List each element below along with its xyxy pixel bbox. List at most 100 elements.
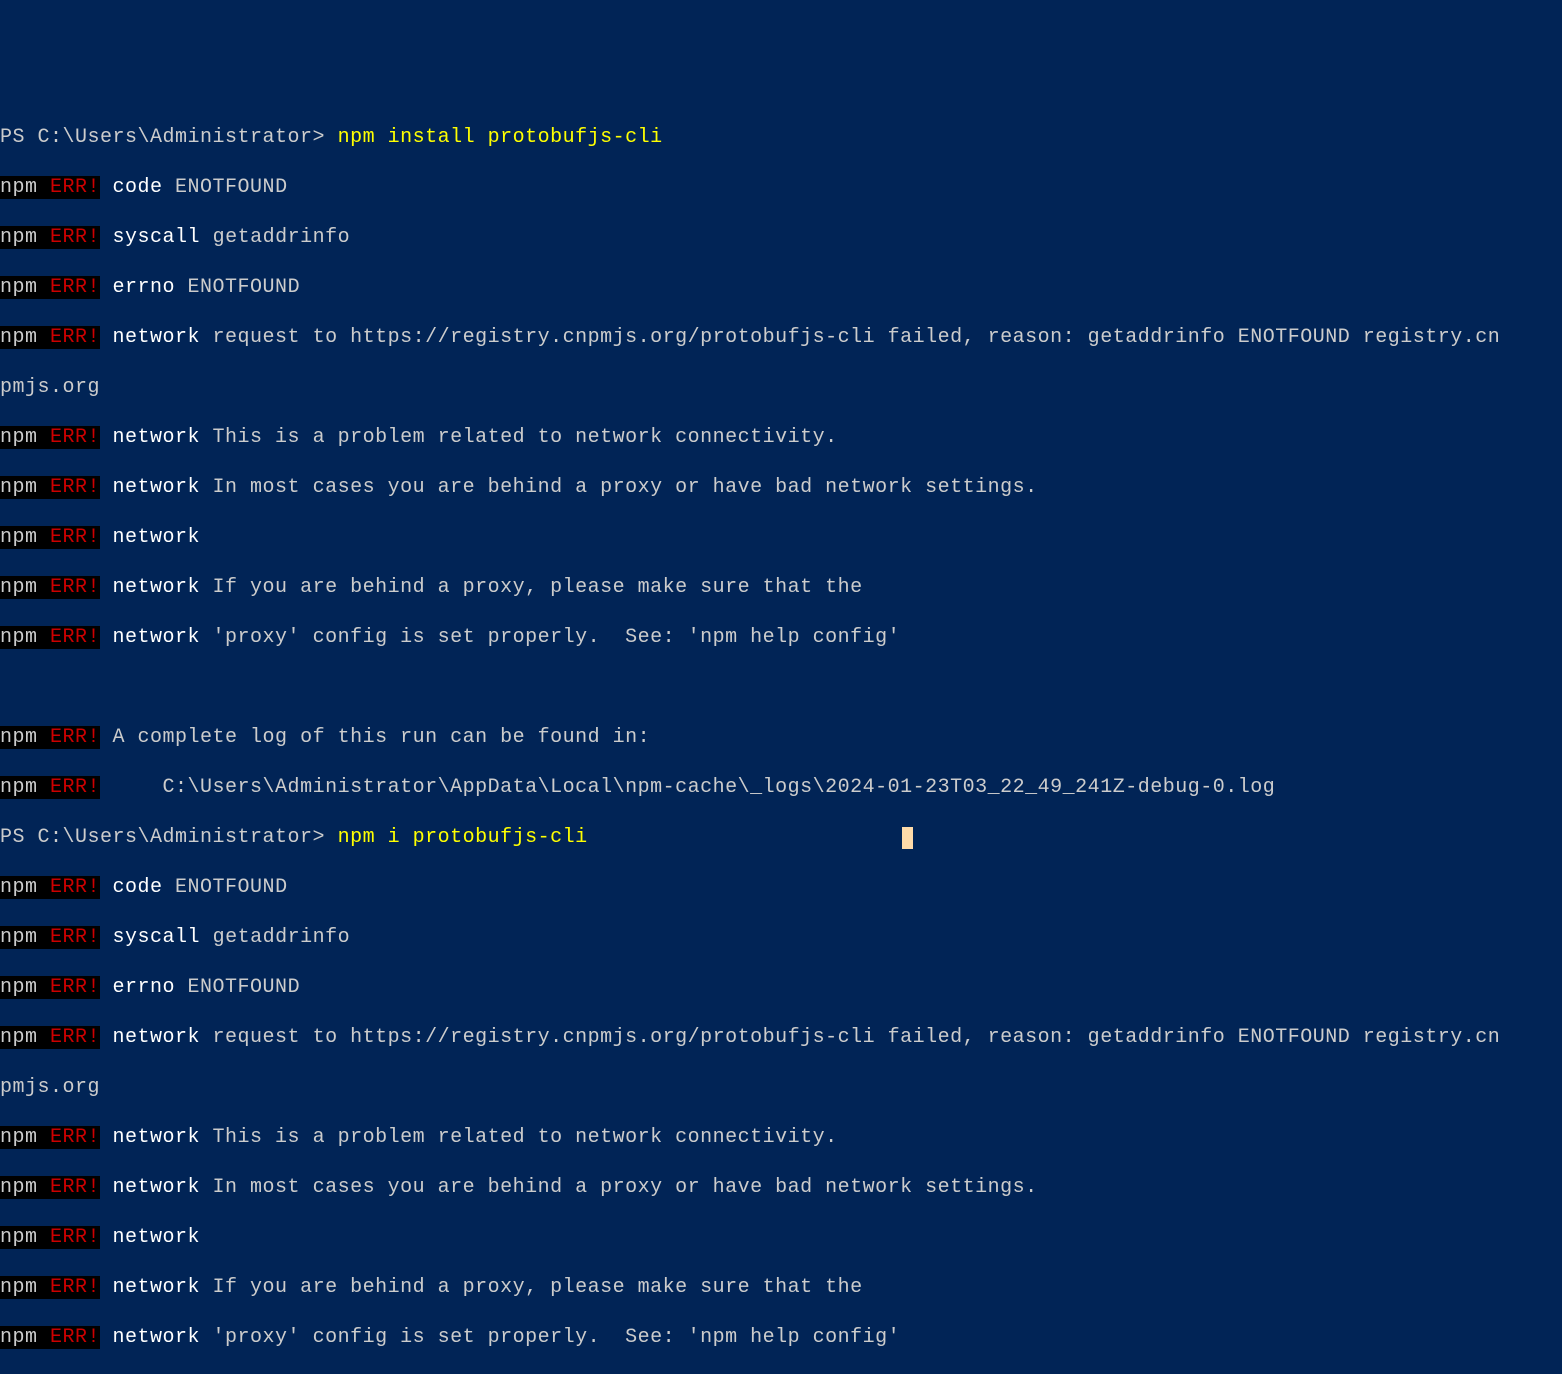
err-line: npm ERR! C:\Users\Administrator\AppData\… bbox=[0, 775, 1562, 800]
err-tag: ERR! bbox=[50, 626, 100, 649]
err-msg: In most cases you are behind a proxy or … bbox=[200, 1176, 1038, 1199]
command-text: npm install protobufjs-cli bbox=[338, 126, 663, 149]
npm-tag: npm bbox=[0, 1026, 50, 1049]
err-msg: getaddrinfo bbox=[213, 926, 351, 949]
npm-tag: npm bbox=[0, 876, 50, 899]
blank-line bbox=[0, 675, 1562, 700]
err-line: npm ERR! syscall getaddrinfo bbox=[0, 925, 1562, 950]
err-line: npm ERR! network request to https://regi… bbox=[0, 1025, 1562, 1050]
err-network: network bbox=[100, 326, 200, 349]
err-line: npm ERR! network In most cases you are b… bbox=[0, 475, 1562, 500]
err-line: npm ERR! errno ENOTFOUND bbox=[0, 275, 1562, 300]
command-text: npm i protobufjs-cli bbox=[338, 826, 588, 849]
err-msg: If you are behind a proxy, please make s… bbox=[200, 576, 863, 599]
cursor-spacer bbox=[588, 826, 901, 849]
err-line: npm ERR! A complete log of this run can … bbox=[0, 725, 1562, 750]
npm-tag: npm bbox=[0, 926, 50, 949]
err-msg: ENOTFOUND bbox=[175, 876, 288, 899]
err-tag: ERR! bbox=[50, 1226, 100, 1249]
err-network: network bbox=[100, 1126, 200, 1149]
err-network: network bbox=[100, 1176, 200, 1199]
npm-tag: npm bbox=[0, 1126, 50, 1149]
wrap-line: pmjs.org bbox=[0, 1075, 1562, 1100]
err-msg: request to https://registry.cnpmjs.org/p… bbox=[200, 326, 1500, 349]
err-msg: request to https://registry.cnpmjs.org/p… bbox=[200, 1026, 1500, 1049]
err-tag: ERR! bbox=[50, 1176, 100, 1199]
npm-tag: npm bbox=[0, 326, 50, 349]
err-tag: ERR! bbox=[50, 926, 100, 949]
err-tag: ERR! bbox=[50, 726, 100, 749]
wrap-line: pmjs.org bbox=[0, 375, 1562, 400]
npm-tag: npm bbox=[0, 776, 50, 799]
err-code: code bbox=[100, 876, 175, 899]
npm-tag: npm bbox=[0, 1176, 50, 1199]
terminal-cursor bbox=[902, 827, 913, 849]
npm-tag: npm bbox=[0, 626, 50, 649]
err-line: npm ERR! code ENOTFOUND bbox=[0, 875, 1562, 900]
err-line: npm ERR! network In most cases you are b… bbox=[0, 1175, 1562, 1200]
npm-tag: npm bbox=[0, 226, 50, 249]
err-line: npm ERR! network 'proxy' config is set p… bbox=[0, 625, 1562, 650]
prompt-prefix: PS C:\Users\Administrator> bbox=[0, 126, 338, 149]
npm-tag: npm bbox=[0, 1276, 50, 1299]
err-tag: ERR! bbox=[50, 776, 100, 799]
err-msg: 'proxy' config is set properly. See: 'np… bbox=[200, 626, 900, 649]
npm-tag: npm bbox=[0, 176, 50, 199]
err-line: npm ERR! network request to https://regi… bbox=[0, 325, 1562, 350]
err-tag: ERR! bbox=[50, 876, 100, 899]
prompt-line-2: PS C:\Users\Administrator> npm i protobu… bbox=[0, 825, 1562, 850]
err-tag: ERR! bbox=[50, 176, 100, 199]
err-tag: ERR! bbox=[50, 476, 100, 499]
err-msg: ENOTFOUND bbox=[188, 276, 301, 299]
err-network: network bbox=[100, 576, 200, 599]
err-msg: 'proxy' config is set properly. See: 'np… bbox=[200, 1326, 900, 1349]
err-tag: ERR! bbox=[50, 1026, 100, 1049]
err-line: npm ERR! network bbox=[0, 1225, 1562, 1250]
err-line: npm ERR! network If you are behind a pro… bbox=[0, 575, 1562, 600]
err-network: network bbox=[100, 1326, 200, 1349]
err-network: network bbox=[100, 476, 200, 499]
npm-tag: npm bbox=[0, 526, 50, 549]
prompt-line-1: PS C:\Users\Administrator> npm install p… bbox=[0, 125, 1562, 150]
err-line: npm ERR! network bbox=[0, 525, 1562, 550]
err-tag: ERR! bbox=[50, 976, 100, 999]
err-line: npm ERR! network If you are behind a pro… bbox=[0, 1275, 1562, 1300]
err-tag: ERR! bbox=[50, 226, 100, 249]
err-tag: ERR! bbox=[50, 1276, 100, 1299]
err-network: network bbox=[100, 1226, 200, 1249]
npm-tag: npm bbox=[0, 576, 50, 599]
err-msg: C:\Users\Administrator\AppData\Local\npm… bbox=[100, 776, 1275, 799]
npm-tag: npm bbox=[0, 426, 50, 449]
prompt-prefix: PS C:\Users\Administrator> bbox=[0, 826, 338, 849]
err-line: npm ERR! network This is a problem relat… bbox=[0, 1125, 1562, 1150]
err-tag: ERR! bbox=[50, 326, 100, 349]
err-network: network bbox=[100, 1026, 200, 1049]
npm-tag: npm bbox=[0, 1226, 50, 1249]
err-msg: If you are behind a proxy, please make s… bbox=[200, 1276, 863, 1299]
err-msg: In most cases you are behind a proxy or … bbox=[200, 476, 1038, 499]
err-errno: errno bbox=[100, 276, 188, 299]
err-msg: getaddrinfo bbox=[213, 226, 351, 249]
err-line: npm ERR! network 'proxy' config is set p… bbox=[0, 1325, 1562, 1350]
err-syscall: syscall bbox=[100, 926, 213, 949]
npm-tag: npm bbox=[0, 976, 50, 999]
err-errno: errno bbox=[100, 976, 188, 999]
err-network: network bbox=[100, 426, 200, 449]
err-line: npm ERR! network This is a problem relat… bbox=[0, 425, 1562, 450]
err-network: network bbox=[100, 626, 200, 649]
err-tag: ERR! bbox=[50, 1326, 100, 1349]
err-network: network bbox=[100, 1276, 200, 1299]
err-line: npm ERR! errno ENOTFOUND bbox=[0, 975, 1562, 1000]
err-line: npm ERR! syscall getaddrinfo bbox=[0, 225, 1562, 250]
err-code: code bbox=[100, 176, 175, 199]
err-tag: ERR! bbox=[50, 426, 100, 449]
npm-tag: npm bbox=[0, 1326, 50, 1349]
err-msg: This is a problem related to network con… bbox=[200, 1126, 838, 1149]
err-msg: ENOTFOUND bbox=[188, 976, 301, 999]
terminal-output[interactable]: PS C:\Users\Administrator> npm install p… bbox=[0, 100, 1562, 1374]
err-msg: A complete log of this run can be found … bbox=[100, 726, 650, 749]
err-tag: ERR! bbox=[50, 526, 100, 549]
err-tag: ERR! bbox=[50, 576, 100, 599]
npm-tag: npm bbox=[0, 276, 50, 299]
err-tag: ERR! bbox=[50, 276, 100, 299]
